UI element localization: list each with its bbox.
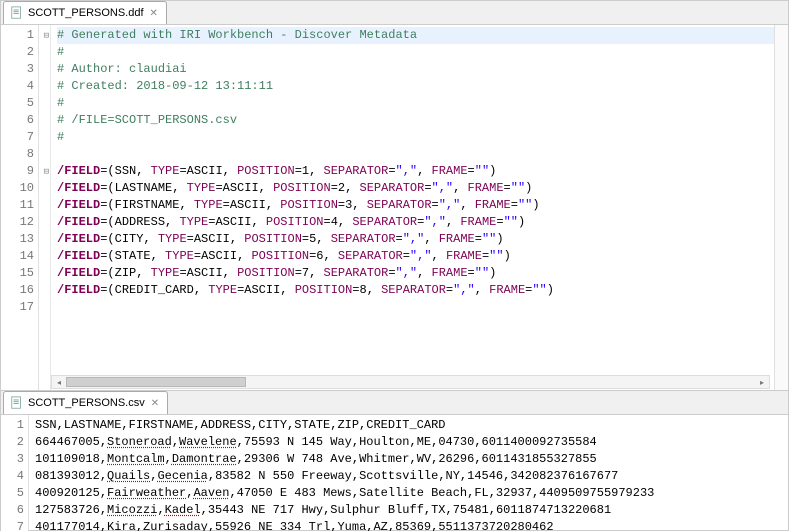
file-icon — [10, 396, 24, 410]
code-line[interactable]: /FIELD=(LASTNAME, TYPE=ASCII, POSITION=2… — [57, 180, 774, 197]
code-line[interactable]: /FIELD=(ADDRESS, TYPE=ASCII, POSITION=4,… — [57, 214, 774, 231]
line-number: 2 — [1, 434, 28, 451]
code-line[interactable]: /FIELD=(FIRSTNAME, TYPE=ASCII, POSITION=… — [57, 197, 774, 214]
code-line[interactable]: # Author: claudiai — [57, 61, 774, 78]
line-number: 4 — [1, 468, 28, 485]
line-number: 6 — [1, 112, 38, 129]
code-line[interactable]: # — [57, 44, 774, 61]
tab-label: SCOTT_PERSONS.ddf — [28, 7, 144, 19]
editor-pane-csv: SCOTT_PERSONS.csv ✕ 12345678910 SSN,LAST… — [1, 391, 788, 531]
line-number: 7 — [1, 519, 28, 531]
code-line[interactable]: 101109018,Montcalm,Damontrae,29306 W 748… — [35, 451, 788, 468]
code-line[interactable]: 401177014,Kira,Zurisaday,55926 NE 334 Tr… — [35, 519, 788, 531]
code-line[interactable]: # — [57, 129, 774, 146]
tab-label: SCOTT_PERSONS.csv — [28, 397, 145, 409]
line-number: 5 — [1, 485, 28, 502]
code-line[interactable]: # /FILE=SCOTT_PERSONS.csv — [57, 112, 774, 129]
line-number: 16 — [1, 282, 38, 299]
close-icon[interactable]: ✕ — [148, 8, 160, 19]
line-number: 4 — [1, 78, 38, 95]
code-line[interactable] — [57, 299, 774, 316]
line-number: 10 — [1, 180, 38, 197]
line-number: 13 — [1, 231, 38, 248]
tab-csv[interactable]: SCOTT_PERSONS.csv ✕ — [3, 391, 168, 414]
code-area[interactable]: SSN,LASTNAME,FIRSTNAME,ADDRESS,CITY,STAT… — [29, 415, 788, 531]
code-line[interactable]: 127583726,Micozzi,Kadel,35443 NE 717 Hwy… — [35, 502, 788, 519]
file-icon — [10, 6, 24, 20]
scroll-right-icon[interactable]: ▸ — [755, 376, 769, 388]
line-number: 1 — [1, 417, 28, 434]
code-line[interactable]: # Generated with IRI Workbench - Discove… — [57, 27, 774, 44]
code-area[interactable]: # Generated with IRI Workbench - Discove… — [51, 25, 774, 390]
line-number: 1 — [1, 27, 38, 44]
overview-ruler — [774, 25, 788, 390]
line-number: 7 — [1, 129, 38, 146]
line-number: 12 — [1, 214, 38, 231]
code-line[interactable]: # — [57, 95, 774, 112]
line-number: 15 — [1, 265, 38, 282]
code-line[interactable]: /FIELD=(CITY, TYPE=ASCII, POSITION=5, SE… — [57, 231, 774, 248]
code-line[interactable]: 664467005,Stoneroad,Wavelene,75593 N 145… — [35, 434, 788, 451]
line-number: 17 — [1, 299, 38, 316]
line-number: 11 — [1, 197, 38, 214]
line-number: 5 — [1, 95, 38, 112]
editor-csv[interactable]: 12345678910 SSN,LASTNAME,FIRSTNAME,ADDRE… — [1, 415, 788, 531]
line-number: 3 — [1, 61, 38, 78]
line-number: 3 — [1, 451, 28, 468]
scroll-left-icon[interactable]: ◂ — [52, 376, 66, 388]
tab-bar-top: SCOTT_PERSONS.ddf ✕ — [1, 1, 788, 25]
code-line[interactable] — [57, 146, 774, 163]
code-line[interactable]: /FIELD=(SSN, TYPE=ASCII, POSITION=1, SEP… — [57, 163, 774, 180]
horizontal-scrollbar[interactable]: ◂ ▸ — [51, 375, 770, 389]
line-number: 9 — [1, 163, 38, 180]
code-line[interactable]: /FIELD=(ZIP, TYPE=ASCII, POSITION=7, SEP… — [57, 265, 774, 282]
editor-pane-ddf: SCOTT_PERSONS.ddf ✕ 12345678910111213141… — [1, 1, 788, 391]
line-number: 14 — [1, 248, 38, 265]
editor-ddf[interactable]: 1234567891011121314151617 # Generated wi… — [1, 25, 788, 390]
code-line[interactable]: 400920125,Fairweather,Aaven,47050 E 483 … — [35, 485, 788, 502]
code-line[interactable]: SSN,LASTNAME,FIRSTNAME,ADDRESS,CITY,STAT… — [35, 417, 788, 434]
line-gutter: 12345678910 — [1, 415, 29, 531]
scroll-thumb[interactable] — [66, 377, 246, 387]
line-number: 6 — [1, 502, 28, 519]
close-icon[interactable]: ✕ — [149, 398, 161, 409]
line-gutter: 1234567891011121314151617 — [1, 25, 39, 390]
code-line[interactable]: /FIELD=(STATE, TYPE=ASCII, POSITION=6, S… — [57, 248, 774, 265]
line-number: 8 — [1, 146, 38, 163]
tab-ddf[interactable]: SCOTT_PERSONS.ddf ✕ — [3, 1, 167, 24]
code-line[interactable]: # Created: 2018-09-12 13:11:11 — [57, 78, 774, 95]
code-line[interactable]: 081393012,Quails,Gecenia,83582 N 550 Fre… — [35, 468, 788, 485]
tab-bar-bottom: SCOTT_PERSONS.csv ✕ — [1, 391, 788, 415]
code-line[interactable]: /FIELD=(CREDIT_CARD, TYPE=ASCII, POSITIO… — [57, 282, 774, 299]
line-number: 2 — [1, 44, 38, 61]
fold-column — [39, 25, 51, 390]
